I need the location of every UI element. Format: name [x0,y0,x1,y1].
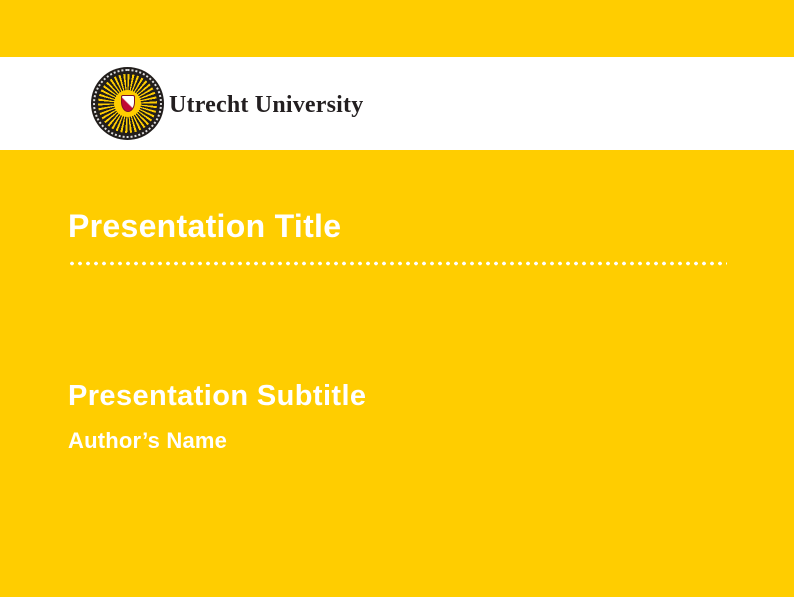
utrecht-university-seal-icon [91,67,164,140]
presentation-subtitle: Presentation Subtitle [68,382,366,411]
utrecht-shield-icon [121,95,135,112]
author-name: Author’s Name [68,430,227,452]
dotted-divider [68,260,727,267]
header-band: Utrecht University [0,57,794,150]
presentation-title-slide: Utrecht University Presentation Title Pr… [0,0,794,597]
presentation-title: Presentation Title [68,210,341,242]
university-wordmark: Utrecht University [169,93,363,117]
